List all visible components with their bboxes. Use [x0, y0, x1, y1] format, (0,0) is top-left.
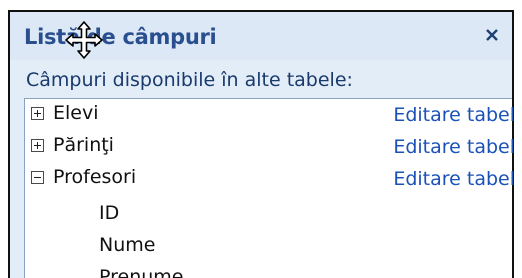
panel-titlebar[interactable]: Listă de câmpuri — [10, 12, 512, 60]
move-cursor-icon — [64, 20, 104, 60]
field-item-nume[interactable]: Nume — [99, 234, 155, 256]
available-fields-label: Câmpuri disponibile în alte tabele: — [26, 69, 353, 91]
canvas: Listă de câmpuri Câmpuri disponibile în … — [0, 0, 522, 278]
table-name: Părinţi — [53, 134, 114, 156]
field-list-panel: Listă de câmpuri Câmpuri disponibile în … — [8, 10, 515, 278]
edit-table-link[interactable]: Editare tabel — [393, 104, 515, 126]
close-icon[interactable] — [482, 25, 502, 45]
expand-icon[interactable] — [31, 139, 44, 152]
table-name: Elevi — [53, 102, 99, 124]
table-row-profesori[interactable]: Profesori Editare tabel — [25, 163, 515, 195]
expand-icon[interactable] — [31, 107, 44, 120]
field-tree: Elevi Editare tabel Părinţi Editare tabe… — [24, 98, 515, 278]
edit-table-link[interactable]: Editare tabel — [393, 136, 515, 158]
field-item-id[interactable]: ID — [99, 202, 119, 224]
field-item-prenume[interactable]: Prenume — [99, 266, 184, 278]
table-row-elevi[interactable]: Elevi Editare tabel — [25, 99, 515, 131]
table-name: Profesori — [53, 166, 137, 188]
panel-title: Listă de câmpuri — [24, 25, 217, 49]
collapse-icon[interactable] — [31, 171, 44, 184]
table-row-parinti[interactable]: Părinţi Editare tabel — [25, 131, 515, 163]
edit-table-link[interactable]: Editare tabel — [393, 168, 515, 190]
